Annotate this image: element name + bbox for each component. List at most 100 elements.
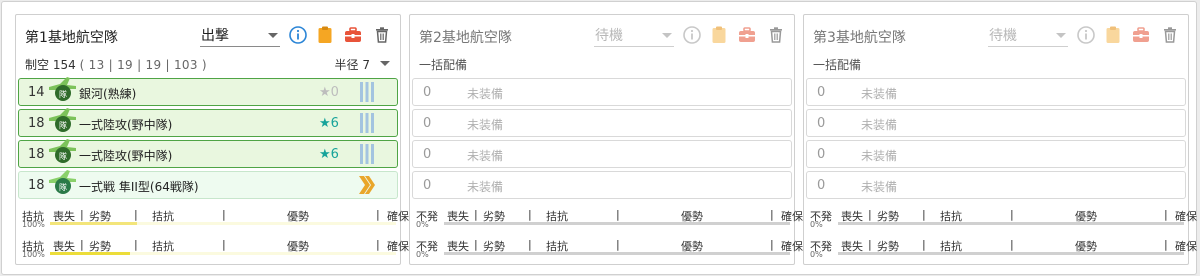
equipment-slot-2[interactable]: 0 未装備 <box>412 109 792 137</box>
equipment-slot-1[interactable]: 0 未装備 <box>806 78 1186 106</box>
info-icon[interactable] <box>682 25 702 45</box>
gauge-divider: | <box>528 208 532 221</box>
gauge-track <box>50 252 396 255</box>
equipment-slot-2[interactable]: 18 隊 一式陸攻(野中隊) ★6 <box>18 108 398 137</box>
slot-count[interactable]: 18 <box>28 116 45 131</box>
toolbox-icon[interactable] <box>1131 25 1151 45</box>
clipboard-icon[interactable] <box>1103 25 1123 45</box>
equipment-slot-4[interactable]: 0 未装備 <box>806 171 1186 199</box>
toolbox-icon[interactable] <box>737 25 757 45</box>
info-icon[interactable] <box>1076 25 1096 45</box>
gauge-percent: 0% <box>810 220 823 229</box>
equipment-slot-3[interactable]: 0 未装備 <box>412 140 792 168</box>
equipment-name[interactable]: 未装備 <box>861 178 897 195</box>
air-superiority-gauge-2: 拮抗 100% 喪失 | 劣勢 | 拮抗 | 優勢 | 確保 <box>18 237 409 261</box>
slot-count[interactable]: 0 <box>423 85 431 100</box>
air-superiority-gauge-2: 不発 0% 喪失 | 劣勢 | 拮抗 | 優勢 | 確保 <box>412 237 803 261</box>
gauge-divider: | <box>474 238 478 251</box>
gauge-divider: | <box>134 238 138 251</box>
slot-count[interactable]: 0 <box>817 116 825 131</box>
equipment-name[interactable]: 未装備 <box>861 85 897 102</box>
gauge-percent: 0% <box>416 220 429 229</box>
trash-icon[interactable] <box>1160 25 1180 45</box>
trash-icon[interactable] <box>372 25 392 45</box>
proficiency-bars-icon[interactable] <box>358 143 376 165</box>
equipment-slot-4[interactable]: 0 未装備 <box>412 171 792 199</box>
gauge-fill <box>50 252 130 255</box>
gauge-divider: | <box>222 208 226 221</box>
equipment-name[interactable]: 未装備 <box>467 85 503 102</box>
equipment-name[interactable]: 銀河(熟練) <box>79 85 136 102</box>
equipment-slot-4[interactable]: 18 隊 一式戦 隼II型(64戦隊) <box>18 170 398 199</box>
equipment-name[interactable]: 未装備 <box>861 116 897 133</box>
gauge-percent: 100% <box>22 220 45 229</box>
slot-count[interactable]: 0 <box>817 147 825 162</box>
slot-count[interactable]: 14 <box>28 85 45 100</box>
gauge-divider: | <box>1164 208 1168 221</box>
slot-count[interactable]: 0 <box>423 147 431 162</box>
radius-value: 7 <box>362 58 370 72</box>
radius-display[interactable]: 半径 7 <box>335 56 370 73</box>
equipment-slot-1[interactable]: 0 未装備 <box>412 78 792 106</box>
slot-count[interactable]: 0 <box>817 178 825 193</box>
improvement-value: 6 <box>330 147 339 162</box>
gauge-scale: 喪失 | 劣勢 | 拮抗 | 優勢 | 確保 <box>53 238 409 253</box>
gauge-divider: | <box>1164 238 1168 251</box>
proficiency-bars-icon[interactable] <box>358 81 376 103</box>
gauge-divider: | <box>868 238 872 251</box>
mode-select[interactable]: 待機 <box>988 25 1068 47</box>
radius-label: 半径 <box>334 58 359 72</box>
gauge-percent: 0% <box>810 250 823 259</box>
mode-select-value: 出撃 <box>201 28 229 44</box>
gauge-percent: 100% <box>22 250 45 259</box>
equipment-name[interactable]: 一式陸攻(野中隊) <box>79 116 172 133</box>
proficiency-bars-icon[interactable] <box>358 112 376 134</box>
gauge-scale: 喪失 | 劣勢 | 拮抗 | 優勢 | 確保 <box>841 238 1197 253</box>
equipment-name[interactable]: 未装備 <box>467 116 503 133</box>
clipboard-icon[interactable] <box>709 25 729 45</box>
gauge-divider: | <box>868 208 872 221</box>
slot-count[interactable]: 18 <box>28 178 45 193</box>
trash-icon[interactable] <box>766 25 786 45</box>
slot-count[interactable]: 0 <box>423 178 431 193</box>
toolbox-icon[interactable] <box>343 25 363 45</box>
mode-select[interactable]: 待機 <box>594 25 674 47</box>
slot-count[interactable]: 18 <box>28 147 45 162</box>
slot-count[interactable]: 0 <box>423 116 431 131</box>
proficiency-chevron-icon[interactable] <box>358 174 376 196</box>
star-icon: ★ <box>319 85 331 100</box>
gauge-divider: | <box>474 208 478 221</box>
info-icon[interactable] <box>288 25 308 45</box>
clipboard-icon[interactable] <box>315 25 335 45</box>
gauge-divider: | <box>770 208 774 221</box>
equipment-slot-1[interactable]: 14 隊 銀河(熟練) ★0 <box>18 77 398 106</box>
equipment-name[interactable]: 未装備 <box>467 147 503 164</box>
bulk-deploy-link[interactable]: 一括配備 <box>419 56 467 73</box>
equipment-name[interactable]: 未装備 <box>467 178 503 195</box>
equipment-name[interactable]: 未装備 <box>861 147 897 164</box>
svg-text:隊: 隊 <box>59 151 67 161</box>
improvement-level[interactable]: ★6 <box>319 147 339 162</box>
equipment-name[interactable]: 一式戦 隼II型(64戦隊) <box>79 178 199 195</box>
air-power-detail: ( 13 | 19 | 19 | 103 ) <box>79 58 207 72</box>
bulk-deploy-link[interactable]: 一括配備 <box>813 56 861 73</box>
chevron-down-icon[interactable] <box>380 61 390 66</box>
equipment-name[interactable]: 一式陸攻(野中隊) <box>79 147 172 164</box>
equipment-slot-3[interactable]: 18 隊 一式陸攻(野中隊) ★6 <box>18 139 398 168</box>
improvement-level[interactable]: ★0 <box>319 85 339 100</box>
gauge-divider: | <box>1010 238 1014 251</box>
star-icon: ★ <box>319 116 331 131</box>
slot-count[interactable]: 0 <box>817 85 825 100</box>
equipment-slot-3[interactable]: 0 未装備 <box>806 140 1186 168</box>
equipment-slot-2[interactable]: 0 未装備 <box>806 109 1186 137</box>
gauge-divider: | <box>528 238 532 251</box>
base-air-corps-panel-3: 第3基地航空隊 待機 一括配備 0 未装備 0 未装備 0 未装備 0 未装備 不発 0… <box>803 14 1197 265</box>
land-attacker-icon: 隊 <box>49 139 76 163</box>
land-attacker-icon: 隊 <box>49 108 76 132</box>
air-power-summary: 制空 154 ( 13 | 19 | 19 | 103 ) <box>25 56 207 73</box>
chevron-down-icon <box>1056 33 1066 38</box>
improvement-level[interactable]: ★6 <box>319 116 339 131</box>
svg-text:隊: 隊 <box>59 89 67 99</box>
gauge-track <box>838 222 1184 225</box>
mode-select[interactable]: 出撃 <box>200 25 280 47</box>
